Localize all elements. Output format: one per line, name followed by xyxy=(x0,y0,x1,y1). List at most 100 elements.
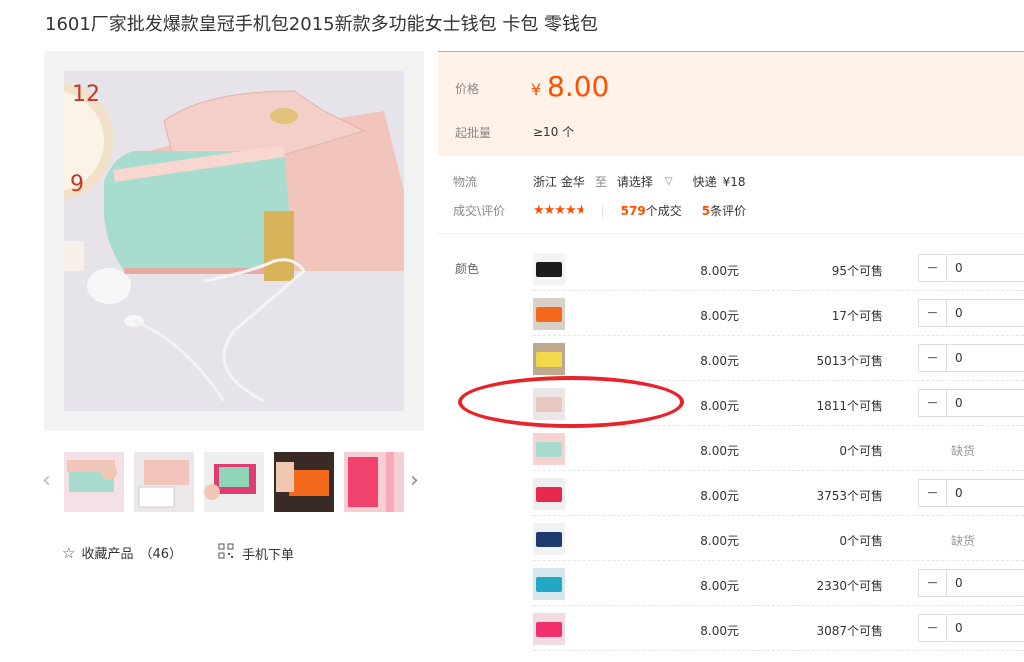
sku-stock: 0个可售 xyxy=(839,444,883,458)
row-divider xyxy=(533,650,1024,651)
currency-symbol: ¥ xyxy=(531,80,542,99)
review-suffix: 条评价 xyxy=(710,204,747,218)
shipping-to: 至 xyxy=(594,175,607,189)
quantity-stepper[interactable]: − xyxy=(918,344,1024,372)
soldout-label: 缺货 xyxy=(950,444,975,458)
sku-price: 8.00元 xyxy=(700,264,739,278)
minus-icon[interactable]: − xyxy=(919,480,947,506)
product-title: 1601厂家批发爆款皇冠手机包2015新款多功能女士钱包 卡包 零钱包 xyxy=(45,14,599,35)
deal-count[interactable]: 579 xyxy=(621,204,646,218)
minus-icon[interactable]: − xyxy=(919,300,947,326)
sku-thumbnail[interactable] xyxy=(533,298,565,330)
quantity-input[interactable] xyxy=(947,345,1024,371)
sku-stock: 1811个可售 xyxy=(816,399,883,413)
sku-row: 8.00元 5013个可售 − xyxy=(533,336,1024,381)
minus-icon[interactable]: − xyxy=(919,390,947,416)
sku-stock: 3753个可售 xyxy=(816,489,883,503)
shipping-origin: 浙江 金华 xyxy=(533,175,585,189)
quantity-input[interactable] xyxy=(947,255,1024,281)
favorite-product-button[interactable]: ☆ 收藏产品 （46） xyxy=(62,543,183,563)
main-product-image: 12 9 xyxy=(64,71,404,411)
thumbnail-4[interactable] xyxy=(274,452,334,512)
quantity-input[interactable] xyxy=(947,615,1024,641)
thumbnail-2[interactable] xyxy=(134,452,194,512)
chevron-right-icon[interactable]: › xyxy=(410,468,419,493)
deals-row: 成交\评价 ★★★★★ | 579 个成交 5 条评价 xyxy=(453,203,747,218)
sku-thumbnail[interactable] xyxy=(533,253,565,285)
shipping-row: 物流 浙江 金华 至 请选择 ▽ 快递 ¥18 xyxy=(453,173,745,190)
sku-price: 8.00元 xyxy=(700,624,739,638)
sku-stock: 0个可售 xyxy=(839,534,883,548)
star-outline-icon: ☆ xyxy=(62,543,76,562)
soldout-label: 缺货 xyxy=(950,534,975,548)
moq-label: 起批量 xyxy=(455,126,492,140)
sku-stock: 95个可售 xyxy=(831,264,883,278)
svg-text:12: 12 xyxy=(72,82,100,107)
svg-text:9: 9 xyxy=(70,172,84,197)
quantity-input[interactable] xyxy=(947,480,1024,506)
minus-icon[interactable]: − xyxy=(919,570,947,596)
qr-code-icon xyxy=(218,543,234,563)
quantity-input[interactable] xyxy=(947,570,1024,596)
sku-thumbnail[interactable] xyxy=(533,433,565,465)
favorite-label: 收藏产品 xyxy=(81,547,134,562)
deal-suffix: 个成交 xyxy=(645,204,682,218)
sku-thumbnail[interactable] xyxy=(533,613,565,645)
minus-icon[interactable]: − xyxy=(919,255,947,281)
sku-row: 8.00元 17个可售 − xyxy=(533,291,1024,336)
favorite-count: （46） xyxy=(139,547,183,562)
sku-row: 8.00元 3753个可售 − xyxy=(533,471,1024,516)
quantity-stepper[interactable]: − xyxy=(918,389,1024,417)
minus-icon[interactable]: − xyxy=(919,615,947,641)
sku-price: 8.00元 xyxy=(700,399,739,413)
moq-value: ≥10 个 xyxy=(533,125,575,139)
shipping-method: 快递 xyxy=(692,175,717,189)
sku-price: 8.00元 xyxy=(700,444,739,458)
deals-label: 成交\评价 xyxy=(453,204,506,218)
quantity-input[interactable] xyxy=(947,390,1024,416)
quantity-stepper[interactable]: − xyxy=(918,569,1024,597)
shipping-label: 物流 xyxy=(453,175,478,189)
sku-row: 8.00元 0个可售 缺货 xyxy=(533,426,1024,471)
sku-thumbnail[interactable] xyxy=(533,568,565,600)
minus-icon[interactable]: − xyxy=(919,345,947,371)
price-panel: 价格 ¥ 8.00 起批量 ≥10 个 xyxy=(438,51,1024,156)
sku-price: 8.00元 xyxy=(700,534,739,548)
thumbnail-3[interactable] xyxy=(204,452,264,512)
sku-row: 8.00元 3087个可售 − xyxy=(533,606,1024,651)
quantity-stepper[interactable]: − xyxy=(918,614,1024,642)
shipping-fee: ¥18 xyxy=(722,174,746,189)
quantity-input[interactable] xyxy=(947,300,1024,326)
main-image-frame: 12 9 xyxy=(44,51,424,431)
price-value: 8.00 xyxy=(547,70,610,103)
quantity-stepper[interactable]: − xyxy=(918,254,1024,282)
review-count[interactable]: 5 xyxy=(702,204,710,218)
sku-price: 8.00元 xyxy=(700,309,739,323)
chevron-left-icon[interactable]: ‹ xyxy=(42,468,51,493)
destination-select[interactable]: 请选择 xyxy=(617,173,653,190)
color-label: 颜色 xyxy=(455,262,480,276)
sku-stock: 3087个可售 xyxy=(816,624,883,638)
sku-price: 8.00元 xyxy=(700,354,739,368)
sku-thumbnail[interactable] xyxy=(533,478,565,510)
chevron-down-icon[interactable]: ▽ xyxy=(665,176,673,187)
divider xyxy=(438,233,1024,234)
sku-price: 8.00元 xyxy=(700,579,739,593)
sku-row: 8.00元 95个可售 − xyxy=(533,246,1024,291)
mobile-order-button[interactable]: 手机下单 xyxy=(218,543,294,563)
sku-row: 8.00元 2330个可售 − xyxy=(533,561,1024,606)
price-label: 价格 xyxy=(455,82,480,96)
sku-thumbnail[interactable] xyxy=(533,343,565,375)
rating-stars-icon: ★★★★★ xyxy=(533,203,583,218)
sku-thumbnail[interactable] xyxy=(533,523,565,555)
quantity-stepper[interactable]: − xyxy=(918,299,1024,327)
thumbnail-5[interactable] xyxy=(344,452,404,512)
sku-stock: 5013个可售 xyxy=(816,354,883,368)
quantity-stepper[interactable]: − xyxy=(918,479,1024,507)
sku-stock: 17个可售 xyxy=(831,309,883,323)
sku-price: 8.00元 xyxy=(700,489,739,503)
mobile-order-label: 手机下单 xyxy=(242,547,295,563)
annotation-circle xyxy=(458,376,684,428)
sku-stock: 2330个可售 xyxy=(816,579,883,593)
thumbnail-1[interactable] xyxy=(64,452,124,512)
